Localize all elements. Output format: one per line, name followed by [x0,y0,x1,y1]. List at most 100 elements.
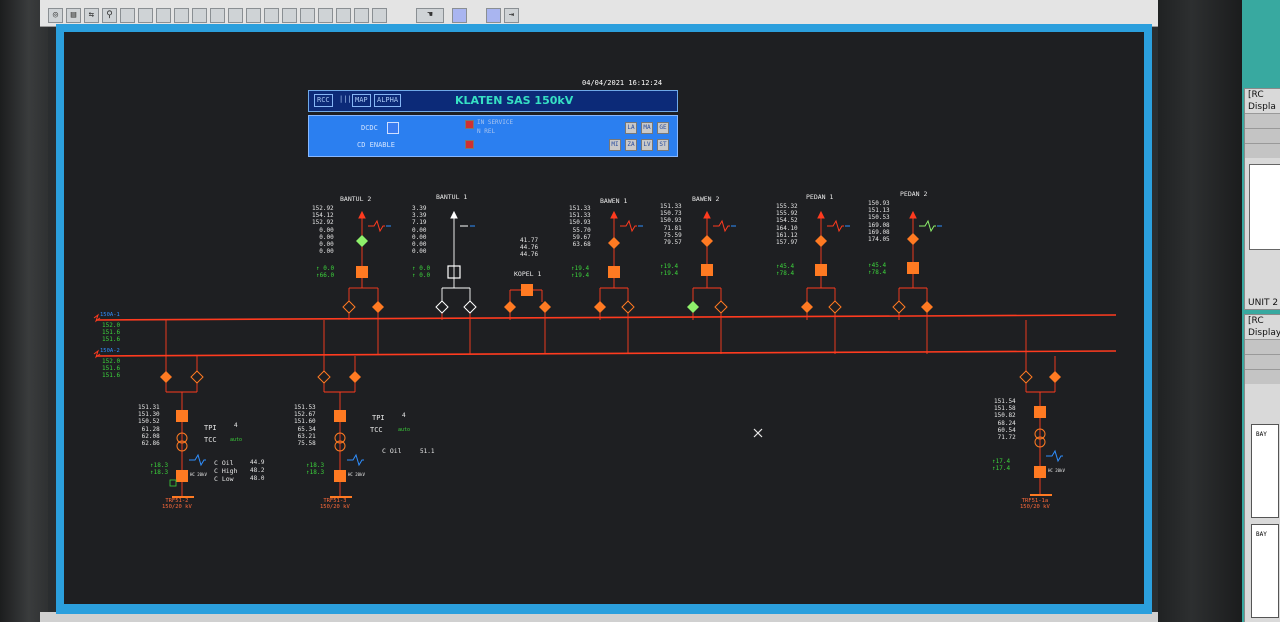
tcc-label: TCC [370,426,383,434]
busbar-150a-2[interactable] [95,350,1117,357]
bus-isolator[interactable] [435,300,449,314]
print-icon[interactable]: ▤ [66,8,81,23]
monitor-bezel-right [1158,0,1242,622]
toolbar-button[interactable] [246,8,261,23]
side-window-2: [RC Display BAY BAY [1244,314,1280,622]
bay-values: 151.33 150.73 150.93 71.81 75.59 79.57 [660,203,682,247]
line-isolator[interactable] [701,235,713,247]
bus-isolator[interactable] [621,300,635,314]
toolbar-button[interactable] [156,8,171,23]
circuit-breaker[interactable] [334,410,346,422]
toolbar-button[interactable] [120,8,135,23]
toolbar-button[interactable] [192,8,207,23]
hv-tag: HC 20kV [1048,468,1065,473]
bay-flow-values: ↑ 0.0 ↑66.0 [316,265,335,279]
side-window-subtitle: Displa [1248,102,1276,112]
bay-flow-values: ↑ 0.0 ↑ 0.0 [412,265,431,279]
layer-button[interactable] [452,8,467,23]
line-isolator[interactable] [356,235,368,247]
bus-isolator[interactable] [539,301,551,313]
trafo-flow-values: ↑18.3 ↑18.3 [306,462,325,476]
toolbar-button[interactable] [210,8,225,23]
bus-isolator[interactable] [342,300,356,314]
bus-isolator[interactable] [1049,371,1061,383]
trafo-values: 151.54 151.58 150.82 68.24 60.54 71.72 [994,398,1016,442]
bus-isolator[interactable] [828,300,842,314]
swap-icon[interactable]: ⇆ [84,8,99,23]
circuit-breaker[interactable] [1034,406,1046,418]
exit-icon[interactable]: ⇥ [504,8,519,23]
zoom-icon[interactable]: ⚲ [102,8,117,23]
side-window-1: [RC Displa UNIT 2 [1244,88,1280,310]
close-x-icon[interactable] [753,428,763,438]
bay-flow-values: ↑19.4 ↑19.4 [571,265,590,279]
circuit-breaker[interactable] [907,262,919,274]
bus-isolator[interactable] [349,371,361,383]
toolbar-button[interactable] [228,8,243,23]
toolbar-button[interactable] [138,8,153,23]
toolbar-button[interactable] [372,8,387,23]
hand-tool-icon[interactable]: ☚ [416,8,444,23]
circuit-breaker[interactable] [815,264,827,276]
toolbar-button[interactable] [174,8,189,23]
bay-box: BAY [1251,524,1279,618]
line-isolator[interactable] [608,237,620,249]
busbar-lines [95,314,1117,357]
bay-values: 152.92 154.12 152.92 0.00 0.00 0.00 0.00 [312,205,334,256]
isolator-symbols [160,233,1061,384]
bay-values: 155.32 155.92 154.52 164.10 161.12 157.9… [776,203,798,247]
circuit-breaker[interactable] [356,266,368,278]
single-line-diagram: 04/04/2021 16:12:24 RCC ||| MAP ALPHA KL… [64,32,1144,604]
bay-name-bawen-1: BAWEN 1 [600,197,628,205]
bus-isolator[interactable] [594,301,606,313]
circuit-breaker[interactable] [608,266,620,278]
bus-isolator[interactable] [372,301,384,313]
globe-icon[interactable]: ◎ [48,8,63,23]
toolbar-button[interactable] [318,8,333,23]
tcc-label: TCC [204,436,217,444]
trafo-values: 151.53 152.67 151.60 65.34 63.21 75.58 [294,404,316,448]
bay-name-kopel-1: KOPEL 1 [514,270,542,278]
bus-isolator[interactable] [892,300,906,314]
tpi-label: TPI [372,414,385,422]
trafo-name: TRF51-1a 150/20 kV [1020,498,1050,510]
trafo-name: TRF51-2 150/20 kV [162,498,192,510]
line-isolator[interactable] [907,233,919,245]
busbar-150a-1[interactable] [95,314,1117,321]
circuit-breaker[interactable] [701,264,713,276]
unit-label: UNIT 2 [1248,298,1279,308]
bay-name-bawen-2: BAWEN 2 [692,195,720,203]
circuit-breaker-lv[interactable] [176,470,188,482]
bus-isolator[interactable] [714,300,728,314]
circuit-breaker[interactable] [521,284,533,296]
line-isolator[interactable] [815,235,827,247]
earth-switch-icons [189,219,1063,467]
bus-isolator[interactable] [504,301,516,313]
bus-isolator[interactable] [801,301,813,313]
right-side-application: [RC Displa UNIT 2 [RC Display BAY BAY [1242,0,1280,622]
bay-box: BAY [1251,424,1279,518]
circuit-breaker[interactable] [176,410,188,422]
coil-labels: C Oil [382,447,402,455]
toolbar-button[interactable] [282,8,297,23]
toolbar-button[interactable] [300,8,315,23]
bus-isolator[interactable] [687,301,699,313]
bus-isolator[interactable] [463,300,477,314]
bus-isolator[interactable] [190,370,204,384]
trafo-flow-values: ↑18.3 ↑18.3 [150,462,169,476]
circuit-breaker-lv[interactable] [1034,466,1046,478]
bus-isolator[interactable] [160,371,172,383]
top-toolbar: ◎ ▤ ⇆ ⚲ ☚ ⇥ [40,0,1158,27]
bus-isolator[interactable] [921,301,933,313]
bay-name-pedan-1: PEDAN 1 [806,193,834,201]
toolbar-button[interactable] [336,8,351,23]
busbar-label: 150A-2 [100,348,120,354]
toolbar-button[interactable] [264,8,279,23]
bay-flow-values: ↑45.4 ↑78.4 [868,262,887,276]
toolbar-button[interactable] [354,8,369,23]
hv-tag: HC 20kV [190,472,207,477]
layer-button[interactable] [486,8,501,23]
circuit-breaker-lv[interactable] [334,470,346,482]
bus-isolator[interactable] [317,370,331,384]
bus-isolator[interactable] [1019,370,1033,384]
